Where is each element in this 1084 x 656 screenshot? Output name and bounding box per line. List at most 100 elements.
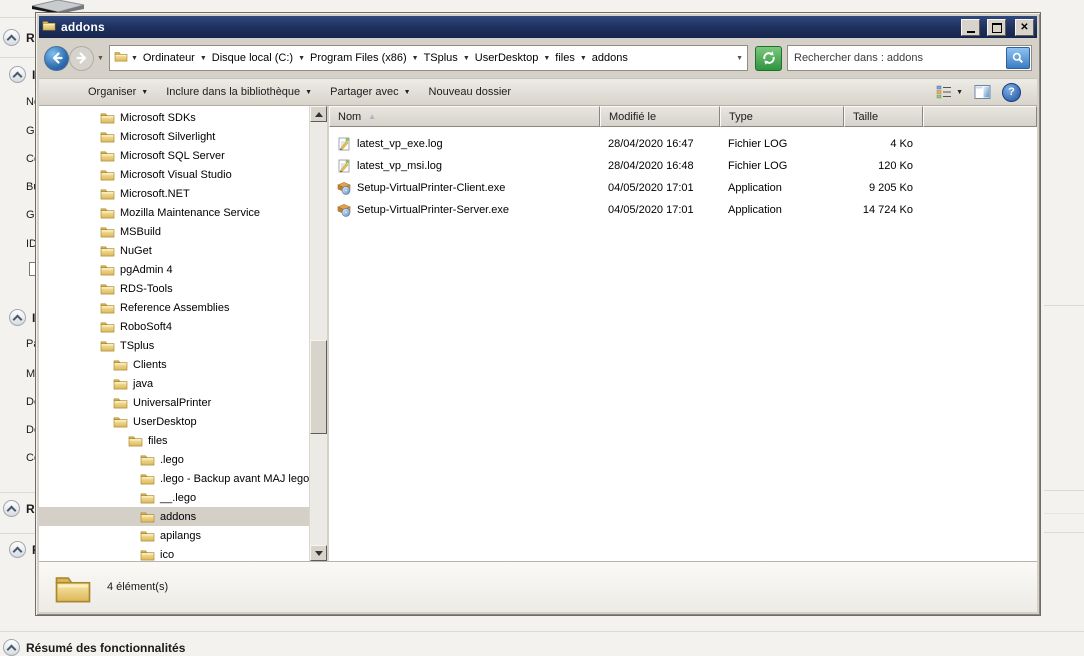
tree-item[interactable]: TSplus xyxy=(39,336,327,355)
sort-ascending-icon: ▲ xyxy=(368,112,376,121)
log-file-icon xyxy=(337,159,351,173)
tree-item[interactable]: .lego - Backup avant MAJ lego ex xyxy=(39,469,327,488)
collapse-chevron-icon[interactable] xyxy=(9,541,26,558)
column-header-blank[interactable] xyxy=(923,106,1037,127)
breadcrumb-arrow-icon[interactable]: ▼ xyxy=(463,55,470,62)
search-button[interactable] xyxy=(1006,47,1030,69)
file-type-cell: Fichier LOG xyxy=(720,160,844,172)
file-name-cell[interactable]: latest_vp_exe.log xyxy=(329,137,600,151)
tree-item[interactable]: Microsoft.NET xyxy=(39,184,327,203)
refresh-button[interactable] xyxy=(755,46,782,71)
titlebar[interactable]: addons ✕ xyxy=(39,16,1037,38)
breadcrumb-arrow-icon[interactable]: ▼ xyxy=(131,55,138,62)
tree-item[interactable]: UserDesktop xyxy=(39,412,327,431)
bottom-section-header[interactable]: Résumé des fonctionnalités xyxy=(3,639,185,656)
help-button[interactable]: ? xyxy=(1002,83,1021,102)
command-bar-item[interactable]: Partager avec▼ xyxy=(321,82,419,102)
arrow-left-icon xyxy=(50,51,64,65)
tree-item[interactable]: UniversalPrinter xyxy=(39,393,327,412)
breadcrumb-item[interactable]: addons xyxy=(590,51,630,65)
tree-item[interactable]: Microsoft Silverlight xyxy=(39,127,327,146)
tree-item[interactable]: pgAdmin 4 xyxy=(39,260,327,279)
divider xyxy=(1044,513,1084,514)
command-bar-item[interactable]: Inclure dans la bibliothèque▼ xyxy=(157,82,321,102)
tree-item[interactable]: Microsoft Visual Studio xyxy=(39,165,327,184)
tree-item[interactable]: RoboSoft4 xyxy=(39,317,327,336)
address-dropdown[interactable]: ▼ xyxy=(736,55,743,62)
divider xyxy=(1044,305,1084,306)
file-row[interactable]: Setup-VirtualPrinter-Server.exe04/05/202… xyxy=(329,199,1037,221)
tree-item[interactable]: ico xyxy=(39,545,327,561)
tree-item[interactable]: files xyxy=(39,431,327,450)
nav-history-dropdown[interactable]: ▼ xyxy=(97,55,104,62)
tree-item[interactable]: NuGet xyxy=(39,241,327,260)
breadcrumb-item[interactable]: Ordinateur xyxy=(141,51,197,65)
breadcrumb-arrow-icon[interactable]: ▼ xyxy=(412,55,419,62)
tree-item[interactable]: Clients xyxy=(39,355,327,374)
collapse-chevron-icon[interactable] xyxy=(9,309,26,326)
file-name-cell[interactable]: Setup-VirtualPrinter-Client.exe xyxy=(329,181,600,195)
tree-item[interactable]: java xyxy=(39,374,327,393)
tree-item[interactable]: Reference Assemblies xyxy=(39,298,327,317)
folder-icon xyxy=(100,339,115,352)
tree-item[interactable]: RDS-Tools xyxy=(39,279,327,298)
breadcrumb-item[interactable]: files xyxy=(553,51,577,65)
file-name-cell[interactable]: Setup-VirtualPrinter-Server.exe xyxy=(329,203,600,217)
search-box[interactable] xyxy=(787,45,1032,71)
collapse-chevron-icon[interactable] xyxy=(3,500,20,517)
file-size-cell: 9 205 Ko xyxy=(844,182,923,194)
folder-icon xyxy=(100,187,115,200)
collapse-chevron-icon[interactable] xyxy=(3,29,20,46)
tree-item[interactable]: addons xyxy=(39,507,327,526)
tree-item[interactable]: Microsoft SQL Server xyxy=(39,146,327,165)
preview-pane-button[interactable] xyxy=(974,85,991,99)
chevron-down-icon: ▼ xyxy=(305,89,312,96)
back-button[interactable] xyxy=(44,46,69,71)
breadcrumb-arrow-icon[interactable]: ▼ xyxy=(543,55,550,62)
close-button[interactable]: ✕ xyxy=(1015,19,1034,36)
breadcrumb-item[interactable]: Program Files (x86) xyxy=(308,51,409,65)
collapse-chevron-icon[interactable] xyxy=(9,66,26,83)
scroll-down-button[interactable] xyxy=(310,545,327,561)
tree-scrollbar[interactable] xyxy=(309,106,327,561)
views-icon xyxy=(936,85,952,99)
column-header-type[interactable]: Type xyxy=(720,106,844,127)
file-row[interactable]: latest_vp_msi.log28/04/2020 16:48Fichier… xyxy=(329,155,1037,177)
column-header-taille[interactable]: Taille xyxy=(844,106,923,127)
breadcrumb-item[interactable]: Disque local (C:) xyxy=(210,51,295,65)
collapse-chevron-icon[interactable] xyxy=(3,639,20,656)
search-input[interactable] xyxy=(788,52,1006,64)
file-row[interactable]: latest_vp_exe.log28/04/2020 16:47Fichier… xyxy=(329,133,1037,155)
file-row[interactable]: Setup-VirtualPrinter-Client.exe04/05/202… xyxy=(329,177,1037,199)
forward-button[interactable] xyxy=(69,46,94,71)
maximize-button[interactable] xyxy=(987,19,1006,36)
preview-pane-icon xyxy=(974,85,991,99)
folder-icon xyxy=(140,529,155,542)
folder-icon xyxy=(100,225,115,238)
tree-item[interactable]: MSBuild xyxy=(39,222,327,241)
breadcrumb-item[interactable]: TSplus xyxy=(422,51,460,65)
column-header-nom[interactable]: Nom▲ xyxy=(329,106,600,127)
file-type-cell: Application xyxy=(720,204,844,216)
tree-item-label: Microsoft Visual Studio xyxy=(120,169,232,181)
change-view-button[interactable]: ▼ xyxy=(936,85,963,99)
tree-item[interactable]: apilangs xyxy=(39,526,327,545)
tree-item[interactable]: __.lego xyxy=(39,488,327,507)
breadcrumb-arrow-icon[interactable]: ▼ xyxy=(200,55,207,62)
tree-item[interactable]: .lego xyxy=(39,450,327,469)
tree-item[interactable]: Microsoft SDKs xyxy=(39,108,327,127)
column-header-modifi-le[interactable]: Modifié le xyxy=(600,106,720,127)
file-name-cell[interactable]: latest_vp_msi.log xyxy=(329,159,600,173)
command-bar-item[interactable]: Organiser▼ xyxy=(79,82,157,102)
folder-icon xyxy=(113,396,128,409)
scrollbar-thumb[interactable] xyxy=(310,340,327,434)
tree-item[interactable]: Mozilla Maintenance Service xyxy=(39,203,327,222)
command-bar-item[interactable]: Nouveau dossier xyxy=(420,82,521,102)
breadcrumb-arrow-icon[interactable]: ▼ xyxy=(298,55,305,62)
breadcrumb-item[interactable]: UserDesktop xyxy=(473,51,541,65)
triangle-up-icon xyxy=(315,112,323,117)
breadcrumb[interactable]: ▼Ordinateur▼Disque local (C:)▼Program Fi… xyxy=(109,45,748,71)
scroll-up-button[interactable] xyxy=(310,106,327,122)
breadcrumb-arrow-icon[interactable]: ▼ xyxy=(580,55,587,62)
minimize-button[interactable] xyxy=(961,19,980,36)
